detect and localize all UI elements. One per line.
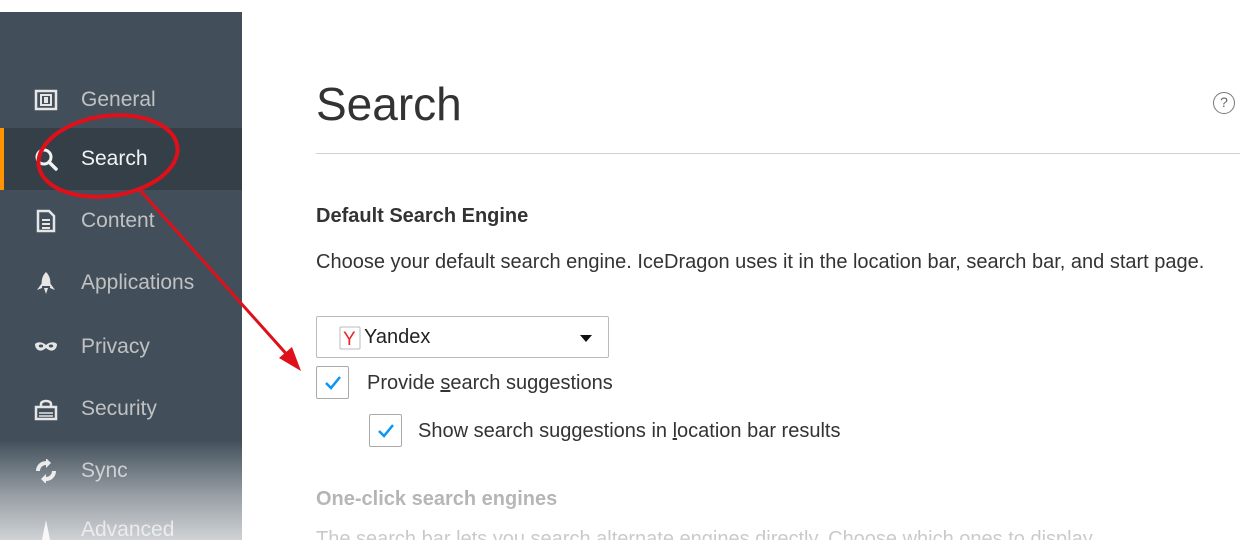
selected-indicator: [0, 128, 4, 190]
sidebar-item-privacy[interactable]: Privacy: [0, 316, 242, 378]
yandex-icon: Y: [339, 326, 361, 350]
applications-icon: [34, 271, 58, 295]
sidebar-item-label: General: [81, 88, 156, 111]
advanced-icon: [34, 518, 58, 540]
sidebar-item-sync[interactable]: Sync: [0, 440, 242, 502]
annotation-arrowhead: [279, 347, 301, 371]
sync-icon: [34, 459, 58, 483]
chevron-down-icon: [580, 335, 592, 342]
svg-text:Y: Y: [343, 329, 356, 350]
search-icon: [34, 147, 58, 171]
sidebar-item-label: Sync: [81, 459, 128, 482]
sidebar-item-label: Content: [81, 209, 155, 232]
security-icon: [34, 397, 58, 421]
sidebar-item-search[interactable]: Search: [0, 128, 242, 190]
sidebar: General Search Content Applications Priv…: [0, 12, 242, 540]
checkmark-icon: [325, 376, 341, 390]
privacy-icon: [34, 335, 58, 359]
sidebar-item-label: Search: [81, 147, 148, 170]
sidebar-item-security[interactable]: Security: [0, 378, 242, 440]
sidebar-item-content[interactable]: Content: [0, 190, 242, 252]
search-engine-selected: Yandex: [364, 326, 431, 348]
page-title: Search: [316, 78, 462, 130]
provide-suggestions-label[interactable]: Provide search suggestions: [367, 372, 613, 395]
sidebar-item-label: Security: [81, 397, 157, 420]
divider: [316, 153, 1240, 154]
sidebar-item-applications[interactable]: Applications: [0, 252, 242, 314]
default-search-engine-description: Choose your default search engine. IceDr…: [316, 251, 1205, 273]
sidebar-item-general[interactable]: General: [0, 69, 242, 131]
search-engine-select[interactable]: Y Yandex: [316, 316, 609, 358]
checkmark-icon: [378, 424, 394, 438]
default-search-engine-heading: Default Search Engine: [316, 205, 529, 227]
sidebar-item-label: Applications: [81, 271, 195, 294]
sidebar-item-label: Privacy: [81, 335, 150, 358]
content-icon: [34, 209, 58, 233]
help-icon[interactable]: ?: [1213, 92, 1235, 114]
location-bar-suggestions-checkbox[interactable]: [369, 414, 402, 447]
general-icon: [34, 88, 58, 112]
location-bar-suggestions-label[interactable]: Show search suggestions in location bar …: [418, 420, 840, 443]
one-click-description: The search bar lets you search alternate…: [316, 528, 1093, 540]
one-click-heading: One-click search engines: [316, 488, 558, 510]
sidebar-item-label: Advanced: [81, 518, 175, 540]
provide-suggestions-checkbox[interactable]: [316, 366, 349, 399]
sidebar-item-advanced[interactable]: Advanced: [0, 499, 242, 540]
